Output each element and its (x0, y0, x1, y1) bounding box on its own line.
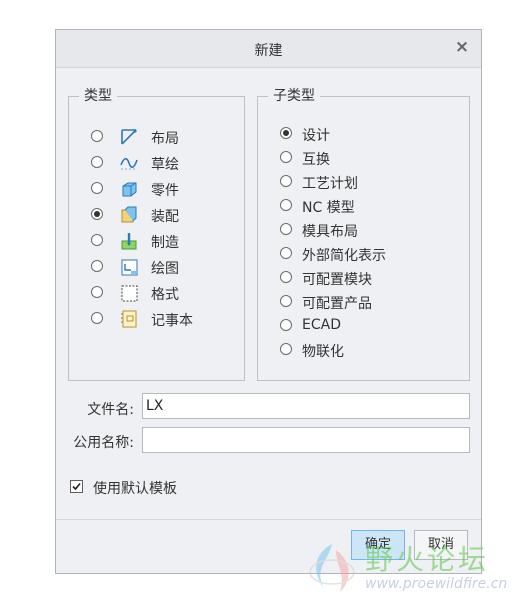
subtype-item-ecad[interactable]: ECAD (258, 316, 469, 338)
filename-input[interactable]: LX (142, 393, 470, 419)
type-radio[interactable] (91, 156, 103, 168)
type-item-drawing[interactable]: 绘图 (69, 257, 244, 279)
type-label: 装配 (151, 209, 179, 225)
subtype-item-configurable-module[interactable]: 可配置模块 (258, 268, 469, 290)
sketch-icon (120, 157, 138, 170)
assembly-icon (121, 206, 137, 223)
notebook-icon (121, 310, 137, 328)
use-default-template-checkbox[interactable] (70, 480, 83, 493)
type-label: 绘图 (151, 261, 179, 277)
format-icon (121, 285, 138, 302)
type-radio[interactable] (91, 182, 103, 194)
subtype-label: 模具布局 (302, 224, 358, 240)
subtype-label: 互换 (302, 152, 330, 168)
use-default-template-label: 使用默认模板 (93, 481, 177, 497)
type-label: 布局 (151, 131, 179, 147)
type-radio[interactable] (91, 234, 103, 246)
subtype-item-external-simplified-rep[interactable]: 外部简化表示 (258, 244, 469, 266)
subtype-radio[interactable] (280, 199, 292, 211)
subtype-item-interchange[interactable]: 互换 (258, 148, 469, 170)
subtype-label: 可配置模块 (302, 272, 372, 288)
subtype-radio[interactable] (280, 247, 292, 259)
common-name-label: 公用名称: (73, 435, 134, 451)
type-radio[interactable] (91, 260, 103, 272)
subtype-radio[interactable] (280, 271, 292, 283)
subtype-label: 外部简化表示 (302, 248, 386, 264)
type-radio[interactable] (91, 130, 103, 142)
subtype-item-mold-layout[interactable]: 模具布局 (258, 220, 469, 242)
subtype-radio[interactable] (280, 319, 292, 331)
close-icon[interactable]: × (453, 37, 471, 57)
subtype-radio[interactable] (280, 127, 292, 139)
subtype-group-legend: 子类型 (268, 87, 320, 105)
dialog-title: 新建 (254, 43, 283, 59)
type-item-manufacturing[interactable]: 制造 (69, 231, 244, 253)
subtype-label: 工艺计划 (302, 176, 358, 192)
subtype-radio[interactable] (280, 343, 292, 355)
type-item-layout[interactable]: 布局 (69, 127, 244, 149)
subtype-radio[interactable] (280, 223, 292, 235)
type-item-format[interactable]: 格式 (69, 283, 244, 305)
flame-logo-icon (309, 544, 355, 592)
subtype-radio[interactable] (280, 295, 292, 307)
type-item-part[interactable]: 零件 (69, 179, 244, 201)
subtype-radio[interactable] (280, 175, 292, 187)
subtype-radio[interactable] (280, 151, 292, 163)
filename-label: 文件名: (87, 402, 134, 418)
type-item-notebook[interactable]: 记事本 (69, 309, 244, 331)
checkmark-icon (72, 482, 81, 491)
type-radio[interactable] (91, 208, 103, 220)
type-label: 制造 (151, 235, 179, 251)
type-label: 格式 (151, 287, 179, 303)
subtype-group: 子类型 设计 互换 工艺计划 NC 模型 模具布局 外部简化表示 可配置模块 可… (257, 87, 470, 381)
part-icon (122, 182, 137, 197)
type-label: 零件 (151, 183, 179, 199)
subtype-item-design[interactable]: 设计 (258, 124, 469, 146)
type-item-sketch[interactable]: 草绘 (69, 153, 244, 175)
manufacturing-icon (121, 233, 137, 250)
subtype-label: ECAD (302, 317, 341, 333)
watermark-url: www.proewildfire.cn (365, 576, 508, 592)
watermark-title: 野火论坛 (365, 543, 490, 576)
forum-watermark: 野火论坛 www.proewildfire.cn (300, 536, 512, 603)
subtype-item-configurable-product[interactable]: 可配置产品 (258, 292, 469, 314)
dialog-titlebar: 新建 × (56, 30, 481, 68)
subtype-label: NC 模型 (302, 200, 355, 216)
type-item-assembly[interactable]: 装配 (69, 205, 244, 227)
layout-icon (121, 129, 137, 145)
subtype-item-iot[interactable]: 物联化 (258, 340, 469, 362)
type-group-legend: 类型 (79, 87, 117, 105)
type-radio[interactable] (91, 312, 103, 324)
subtype-item-process-plan[interactable]: 工艺计划 (258, 172, 469, 194)
subtype-label: 设计 (302, 128, 330, 144)
type-radio[interactable] (91, 286, 103, 298)
footer-divider (56, 519, 481, 520)
subtype-label: 可配置产品 (302, 296, 372, 312)
new-file-dialog: 新建 × 类型 布局 草绘 零件 装配 制造 绘图 格式 记事本 子类型 设计 … (55, 29, 482, 574)
common-name-input[interactable] (142, 427, 470, 453)
drawing-icon (121, 259, 138, 276)
subtype-item-nc-model[interactable]: NC 模型 (258, 196, 469, 218)
subtype-label: 物联化 (302, 344, 344, 360)
type-group: 类型 布局 草绘 零件 装配 制造 绘图 格式 记事本 (68, 87, 245, 381)
type-label: 记事本 (151, 313, 193, 329)
type-label: 草绘 (151, 157, 179, 173)
